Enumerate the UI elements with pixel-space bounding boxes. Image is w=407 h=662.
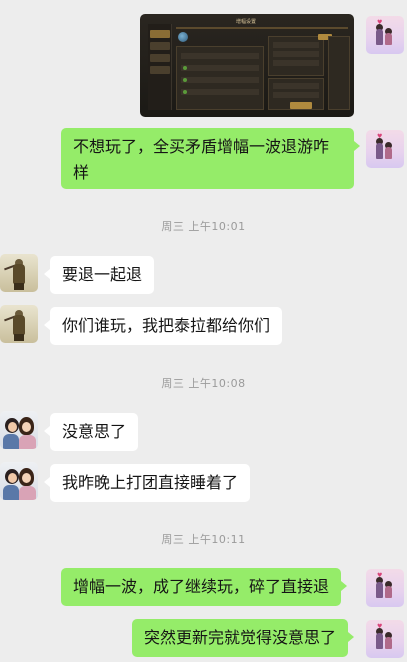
message-bubble[interactable]: 不想玩了，全买矛盾增幅一波退游咋样 (61, 128, 360, 189)
avatar-figure (385, 637, 392, 649)
game-window-title: 增幅设置 (236, 19, 257, 25)
game-tab (150, 42, 170, 50)
timestamp: 周三 上午10:11 (161, 533, 246, 546)
my-avatar[interactable]: ♥ (366, 620, 404, 658)
game-item-icon (178, 32, 188, 42)
avatar-figure (14, 283, 24, 290)
avatar-figure (13, 264, 25, 284)
game-tab (150, 66, 170, 74)
check-icon (183, 90, 187, 94)
message-bubble[interactable]: 增幅一波，成了继续玩，碎了直接退 (61, 568, 348, 606)
avatar-figure (22, 422, 31, 432)
avatar-figure (3, 485, 19, 500)
avatar-figure (376, 143, 383, 159)
avatar-figure (13, 315, 25, 335)
contact-avatar[interactable] (0, 411, 38, 449)
message-bubble[interactable]: 没意思了 (43, 413, 139, 451)
message-bubble[interactable]: 我昨晚上打团直接睡着了 (43, 464, 251, 502)
avatar-figure (22, 473, 31, 483)
game-list-row (181, 53, 259, 59)
shared-game-screenshot[interactable]: 增幅设置 (140, 14, 354, 117)
check-icon (183, 78, 187, 82)
message-bubble[interactable]: 要退一起退 (43, 256, 155, 294)
avatar-figure (376, 582, 383, 598)
message-bubble[interactable]: 你们谁玩，我把泰拉都给你们 (43, 307, 283, 345)
game-stats-panel (268, 36, 324, 76)
game-stats-row (273, 60, 319, 66)
game-list-row (181, 89, 259, 95)
game-header-bar (176, 27, 348, 29)
avatar-figure (385, 33, 392, 45)
avatar-figure (3, 434, 19, 449)
my-avatar[interactable]: ♥ (366, 130, 404, 168)
game-tab (150, 30, 170, 38)
game-stats-row (273, 51, 319, 57)
contact-avatar[interactable] (0, 254, 38, 292)
game-tab (150, 54, 170, 62)
game-sidebar (148, 24, 172, 110)
message-bubble[interactable]: 突然更新完就觉得没意思了 (132, 619, 355, 657)
game-options-row (273, 92, 319, 98)
game-list-row (181, 65, 259, 71)
timestamp: 周三 上午10:01 (161, 220, 246, 233)
game-list-row (181, 77, 259, 83)
avatar-figure (385, 586, 392, 598)
timestamp: 周三 上午10:08 (161, 377, 246, 390)
game-list-panel (176, 46, 264, 110)
avatar-figure (385, 147, 392, 159)
game-options-row (273, 83, 319, 89)
game-stats-row (273, 42, 319, 48)
contact-avatar[interactable] (0, 305, 38, 343)
avatar-figure (14, 334, 24, 341)
game-right-panel (328, 36, 350, 110)
my-avatar[interactable]: ♥ (366, 569, 404, 607)
avatar-figure (376, 29, 383, 45)
avatar-figure (8, 473, 17, 483)
contact-avatar[interactable] (0, 462, 38, 500)
my-avatar[interactable]: ♥ (366, 16, 404, 54)
avatar-figure (19, 486, 36, 500)
check-icon (183, 66, 187, 70)
avatar-figure (19, 435, 36, 449)
avatar-figure (376, 633, 383, 649)
game-confirm-button (290, 102, 312, 109)
avatar-figure (8, 422, 17, 432)
